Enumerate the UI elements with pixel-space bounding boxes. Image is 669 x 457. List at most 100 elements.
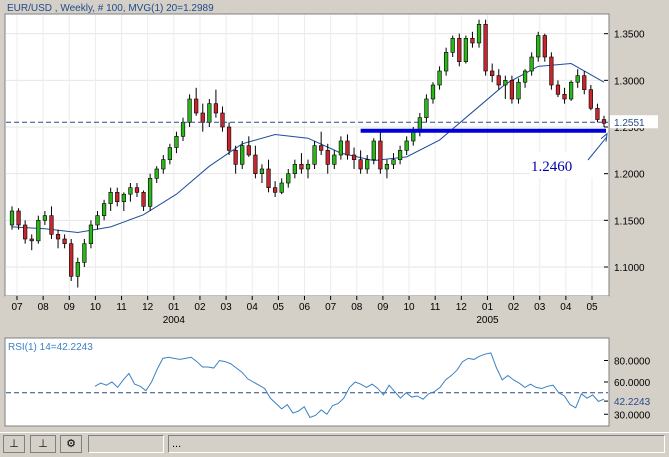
candle-body bbox=[167, 147, 172, 160]
status-field-text: ... bbox=[168, 435, 665, 453]
candle-body bbox=[437, 70, 442, 86]
crosshair-tool-button[interactable]: ⊥ bbox=[3, 435, 25, 453]
candle-body bbox=[490, 70, 495, 76]
candle-body bbox=[292, 164, 297, 174]
candle-body bbox=[69, 243, 74, 277]
candle-body bbox=[371, 140, 376, 160]
candle-body bbox=[595, 108, 600, 120]
candle-body bbox=[286, 173, 291, 184]
line-tool-icon: ⊥ bbox=[38, 437, 48, 450]
candle-body bbox=[351, 154, 357, 160]
candle-body bbox=[55, 234, 61, 240]
month-tick-label: 12 bbox=[142, 302, 154, 313]
price-y-axis: 1.35001.30001.25001.20001.15001.10001.25… bbox=[604, 30, 658, 274]
price-tick-label: 1.1500 bbox=[614, 216, 645, 227]
month-tick-label: 09 bbox=[377, 302, 389, 313]
candle-body bbox=[16, 210, 21, 226]
candle-body bbox=[161, 159, 166, 170]
candle-body bbox=[542, 35, 547, 58]
month-tick-label: 10 bbox=[90, 302, 102, 313]
candle-body bbox=[29, 238, 34, 242]
candle-body bbox=[62, 238, 67, 244]
price-chart-title: EUR/USD , Weekly, # 100, MVG(1) 20=1.298… bbox=[7, 3, 214, 14]
candle-body bbox=[365, 159, 370, 170]
candle-body bbox=[207, 103, 212, 123]
rsi-tick-label: 60.0000 bbox=[614, 378, 651, 389]
month-tick-label: 04 bbox=[247, 302, 259, 313]
candle-body bbox=[75, 262, 80, 277]
candle-body bbox=[496, 75, 501, 86]
year-label: 2004 bbox=[163, 315, 186, 326]
candle-body bbox=[378, 140, 383, 170]
candle-body bbox=[509, 80, 515, 100]
month-tick-label: 07 bbox=[11, 302, 23, 313]
candle-body bbox=[430, 84, 436, 100]
candle-body bbox=[588, 89, 593, 109]
price-tick-label: 1.1000 bbox=[614, 263, 645, 274]
candle-body bbox=[240, 145, 245, 165]
annotation-label: 1.2460 bbox=[531, 159, 572, 175]
candle-body bbox=[444, 52, 449, 72]
candle-body bbox=[299, 164, 304, 170]
candle-body bbox=[108, 192, 113, 204]
month-tick-label: 06 bbox=[299, 302, 311, 313]
candle-body bbox=[141, 192, 146, 207]
candle-body bbox=[187, 98, 192, 123]
month-tick-label: 08 bbox=[38, 302, 50, 313]
year-label: 2005 bbox=[476, 315, 499, 326]
month-tick-label: 05 bbox=[273, 302, 285, 313]
candle-body bbox=[522, 70, 528, 83]
candle-body bbox=[220, 112, 225, 128]
month-tick-label: 08 bbox=[351, 302, 363, 313]
candle-body bbox=[450, 38, 455, 53]
candle-body bbox=[549, 56, 554, 86]
month-tick-label: 01 bbox=[168, 302, 180, 313]
candle-body bbox=[246, 145, 251, 156]
rsi-tick-label: 80.0000 bbox=[614, 357, 651, 368]
candle-body bbox=[279, 182, 284, 193]
candle-body bbox=[154, 168, 159, 179]
candle-body bbox=[42, 215, 47, 221]
candle-body bbox=[253, 154, 258, 174]
candle-body bbox=[397, 150, 403, 160]
month-tick-label: 04 bbox=[560, 302, 572, 313]
line-tool-button[interactable]: ⊥ bbox=[30, 435, 56, 453]
month-tick-label: 05 bbox=[586, 302, 598, 313]
candle-body bbox=[411, 131, 416, 142]
month-tick-label: 11 bbox=[430, 302, 441, 313]
candle-body bbox=[536, 35, 541, 58]
candle-body bbox=[95, 215, 100, 226]
candle-body bbox=[259, 168, 265, 174]
price-tick-label: 1.2000 bbox=[614, 170, 645, 181]
status-field-empty bbox=[88, 435, 164, 453]
candle-body bbox=[516, 81, 521, 100]
month-tick-label: 01 bbox=[482, 302, 494, 313]
month-tick-label: 02 bbox=[508, 302, 520, 313]
price-tick-label: 1.3500 bbox=[614, 30, 645, 41]
candle-body bbox=[332, 154, 337, 165]
candle-body bbox=[273, 187, 278, 193]
candle-body bbox=[569, 81, 574, 100]
candle-body bbox=[529, 56, 534, 72]
candle-body bbox=[483, 24, 488, 72]
candle-body bbox=[233, 150, 238, 165]
month-tick-label: 11 bbox=[116, 302, 127, 313]
month-tick-label: 03 bbox=[534, 302, 546, 313]
candle-body bbox=[9, 210, 15, 226]
candle-body bbox=[88, 224, 94, 244]
settings-icon: ⚙ bbox=[66, 437, 76, 450]
candle-body bbox=[358, 159, 363, 170]
candle-body bbox=[200, 112, 205, 123]
candle-body bbox=[575, 75, 580, 83]
candle-body bbox=[174, 136, 179, 148]
candle-body bbox=[391, 159, 396, 165]
candle-body bbox=[213, 103, 219, 114]
chart-canvas: 1.2460 1.35001.30001.25001.20001.15001.1… bbox=[4, 3, 658, 427]
candle-body bbox=[555, 84, 561, 95]
candle-body bbox=[305, 164, 311, 170]
month-tick-label: 02 bbox=[194, 302, 206, 313]
month-tick-label: 12 bbox=[456, 302, 468, 313]
rsi-title: RSI(1) 14=42.2243 bbox=[8, 342, 93, 353]
candle-body bbox=[226, 126, 232, 151]
settings-tool-button[interactable]: ⚙ bbox=[60, 435, 82, 453]
